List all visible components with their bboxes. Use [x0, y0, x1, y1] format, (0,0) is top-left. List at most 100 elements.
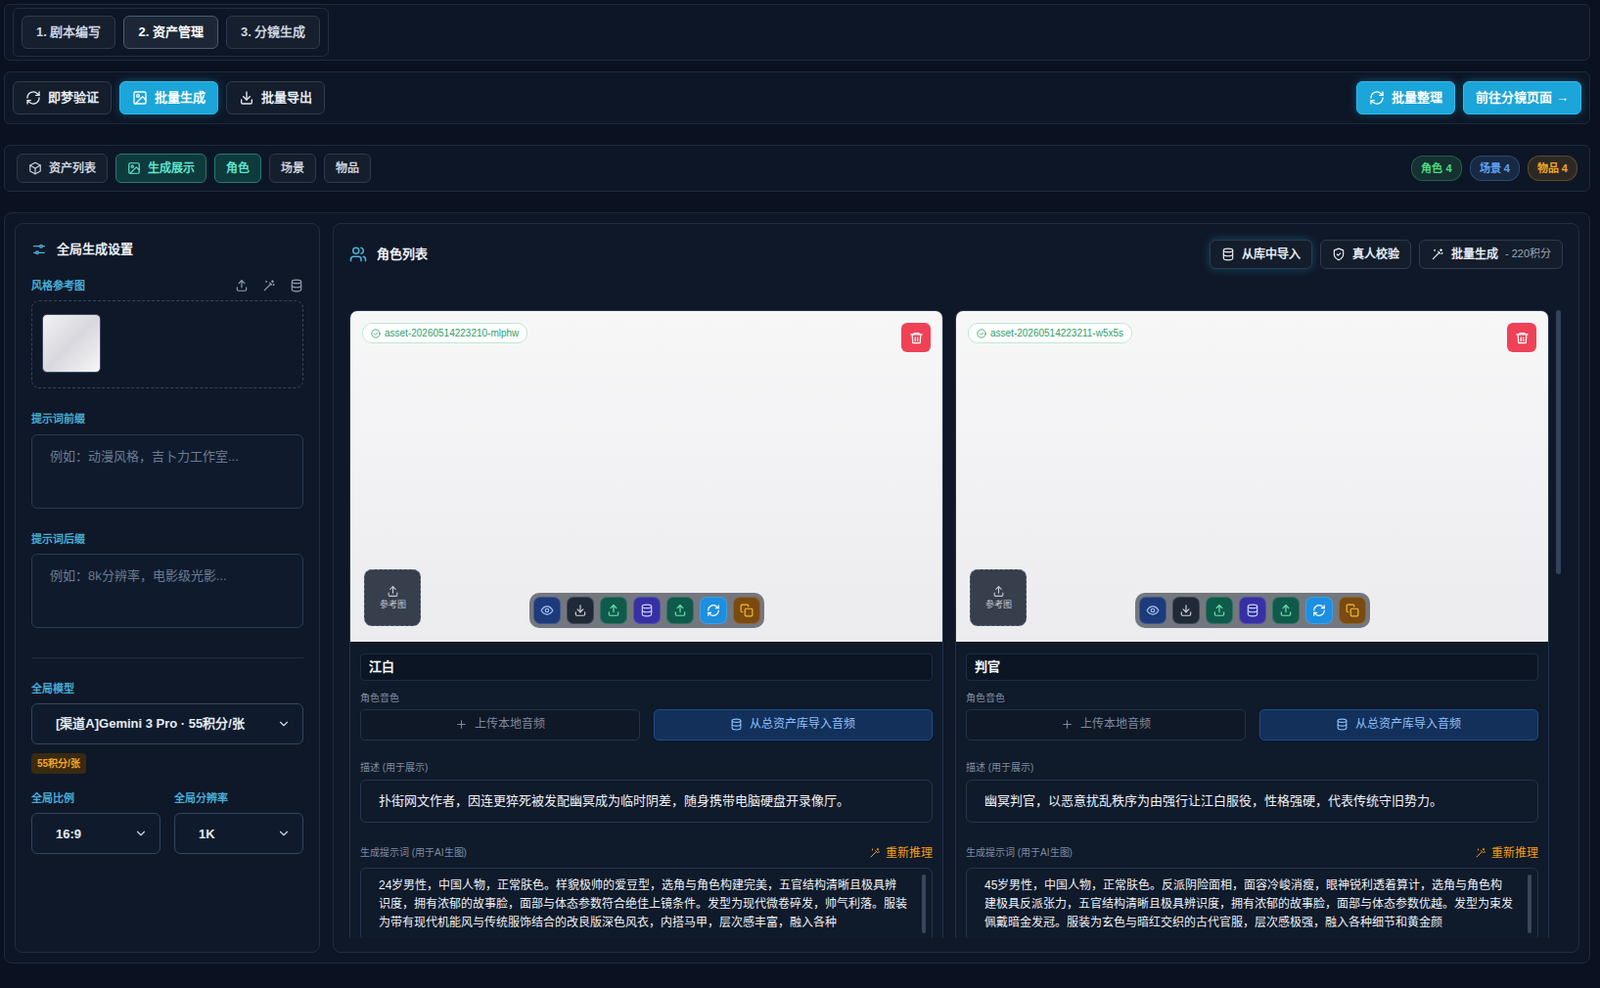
resolution-select[interactable]: 1K — [174, 813, 304, 855]
list-button[interactable]: 从库中导入 — [1209, 239, 1313, 270]
regenerate-button[interactable] — [699, 596, 728, 625]
delete-button[interactable] — [1507, 322, 1537, 353]
regenerate-button[interactable] — [1305, 596, 1333, 625]
view-tab[interactable]: 生成展示 — [115, 153, 207, 183]
wand-icon[interactable] — [262, 278, 276, 293]
character-panel: 角色列表从库中导入真人校验批量生成- 220积分asset-2026051422… — [332, 223, 1580, 954]
tab-bar: 资产列表 生成展示 角色场景物品 角色 4场景 4物品 4 — [3, 144, 1591, 192]
description-field[interactable]: 扑街网文作者，因连更猝死被发配幽冥成为临时阴差，随身携带电脑硬盘开录像厅。 — [360, 779, 933, 823]
list-header: 角色列表从库中导入真人校验批量生成- 220积分 — [349, 237, 1563, 272]
field-label: 描述 (用于展示) — [965, 762, 1539, 775]
character-details: 判官角色音色上传本地音频从总资产库导入音频描述 (用于展示)幽冥判官，以恶意扰乱… — [956, 641, 1549, 939]
ratio-select[interactable]: 16:9 — [31, 813, 161, 855]
category-tab[interactable]: 场景 — [269, 153, 317, 183]
import-audio-button[interactable]: 从总资产库导入音频 — [653, 709, 934, 741]
copy-button[interactable] — [1338, 596, 1367, 625]
category-tab[interactable]: 物品 — [323, 153, 371, 183]
download-button[interactable] — [1172, 596, 1200, 625]
style-ref-dropzone[interactable] — [31, 300, 304, 389]
button-label: 从库中导入 — [1241, 247, 1301, 262]
field-label: 描述 (用于展示) — [360, 762, 933, 775]
name-input[interactable]: 判官 — [965, 653, 1539, 682]
toolbar: 即梦验证批量生成批量导出 批量整理前往分镜页面 → — [3, 71, 1591, 125]
resolution-field: 全局分辨率1K — [174, 791, 304, 855]
reference-upload[interactable]: 参考图 — [969, 569, 1027, 627]
character-image[interactable]: asset-20260514223211-w5x5s参考图 — [956, 311, 1549, 642]
preview-button[interactable] — [533, 596, 561, 625]
copy-button[interactable] — [732, 596, 761, 625]
view-tabs: 资产列表 生成展示 角色场景物品 — [16, 153, 371, 183]
button-label: 上传本地音频 — [1080, 717, 1151, 732]
toolbar-button[interactable]: 批量整理 — [1356, 81, 1456, 115]
upload-audio-button[interactable]: 上传本地音频 — [360, 709, 640, 741]
upload-icon[interactable] — [234, 278, 249, 293]
library-button[interactable] — [633, 596, 661, 625]
preview-button[interactable] — [1139, 596, 1167, 625]
scrollbar[interactable] — [1555, 310, 1561, 575]
character-card: asset-20260514223210-mlphw参考图江白角色音色上传本地音… — [349, 310, 944, 939]
field-label: 提示词前缀 — [31, 411, 304, 426]
publish-button[interactable] — [1272, 596, 1300, 625]
prompt-field[interactable]: 24岁男性，中国人物，正常肤色。样貌极帅的爱豆型，选角与角色构建完美，五官结构清… — [360, 868, 933, 939]
count-badge: 角色 4 — [1411, 155, 1462, 183]
category-tab[interactable]: 角色 — [214, 153, 262, 183]
toolbar-button[interactable]: 批量导出 — [226, 81, 325, 115]
count-badge: 场景 4 — [1469, 155, 1520, 183]
reference-label: 参考图 — [985, 600, 1012, 611]
image-icon — [132, 90, 148, 106]
field-label: 风格参考图 — [31, 278, 86, 293]
copy-icon — [1345, 603, 1360, 618]
character-name: 江白 — [368, 659, 395, 675]
tab-label: 生成展示 — [147, 161, 195, 176]
reference-upload[interactable]: 参考图 — [364, 569, 421, 627]
button-label: 真人校验 — [1352, 247, 1400, 262]
field-label: 生成提示词 (用于AI生图) — [360, 847, 467, 860]
step-tab[interactable]: 2. 资产管理 — [123, 15, 218, 49]
check-icon — [370, 328, 381, 339]
users-icon — [349, 245, 367, 264]
step-bar: 1. 剧本编写2. 资产管理3. 分镜生成 — [3, 3, 1591, 61]
toolbar-button[interactable]: 前往分镜页面 → — [1462, 81, 1582, 115]
field-label: 生成提示词 (用于AI生图) — [965, 847, 1073, 860]
upload-icon — [1212, 603, 1227, 618]
download-button[interactable] — [566, 596, 595, 625]
workspace: 全局生成设置风格参考图提示词前缀提示词后缀全局模型[渠道A]Gemini 3 P… — [3, 212, 1591, 964]
asset-counts: 角色 4场景 4物品 4 — [1411, 155, 1578, 183]
step-tab[interactable]: 1. 剧本编写 — [21, 15, 116, 49]
rethink-button[interactable]: 重新推理 — [868, 844, 933, 863]
tab-label: 资产列表 — [48, 161, 96, 176]
library-button[interactable] — [1238, 596, 1267, 625]
shield-icon — [1331, 247, 1346, 262]
upload-button[interactable] — [1205, 596, 1234, 625]
rethink-button[interactable]: 重新推理 — [1474, 844, 1539, 863]
toolbar-button[interactable]: 即梦验证 — [12, 81, 112, 115]
button-label: 重新推理 — [1491, 844, 1539, 863]
prompt-field[interactable]: 45岁男性，中国人物，正常肤色。反派阴险面相，面容冷峻消瘦，眼神锐利透着算计，选… — [965, 868, 1539, 939]
card-scroll-area: asset-20260514223210-mlphw参考图江白角色音色上传本地音… — [349, 310, 1563, 939]
list-actions: 从库中导入 真人校验 批量生成- 220积分 — [1209, 239, 1563, 270]
upload-button[interactable] — [599, 596, 628, 625]
list-button[interactable]: 批量生成- 220积分 — [1418, 239, 1563, 270]
field-label: 提示词后缀 — [31, 532, 304, 547]
name-input[interactable]: 江白 — [360, 653, 933, 682]
view-tab[interactable]: 资产列表 — [16, 153, 108, 183]
toolbar-button[interactable]: 批量生成 — [119, 81, 219, 115]
list-button[interactable]: 真人校验 — [1320, 239, 1412, 270]
style-ref-thumbnail[interactable] — [42, 314, 101, 373]
delete-button[interactable] — [901, 322, 931, 353]
model-select[interactable]: [渠道A]Gemini 3 Pro · 55积分/张 — [31, 703, 304, 745]
character-image[interactable]: asset-20260514223210-mlphw 参考图 — [350, 311, 943, 642]
asset-id-tag: asset-20260514223210-mlphw — [362, 322, 528, 344]
ratio-resolution-row: 全局比例16:9全局分辨率1K — [31, 791, 304, 855]
reference-label: 参考图 — [379, 600, 407, 611]
character-name: 判官 — [974, 659, 1001, 675]
prefix-input[interactable] — [31, 434, 304, 509]
database-icon[interactable] — [289, 278, 304, 293]
suffix-input[interactable] — [31, 553, 304, 629]
button-label: 上传本地音频 — [474, 717, 546, 732]
import-audio-button[interactable]: 从总资产库导入音频 — [1259, 709, 1540, 741]
description-field[interactable]: 幽冥判官，以恶意扰乱秩序为由强行让江白服役，性格强硬，代表传统守旧势力。 — [965, 779, 1539, 823]
step-tab[interactable]: 3. 分镜生成 — [226, 15, 320, 49]
upload-audio-button[interactable]: 上传本地音频 — [965, 709, 1246, 741]
publish-button[interactable] — [666, 596, 694, 625]
